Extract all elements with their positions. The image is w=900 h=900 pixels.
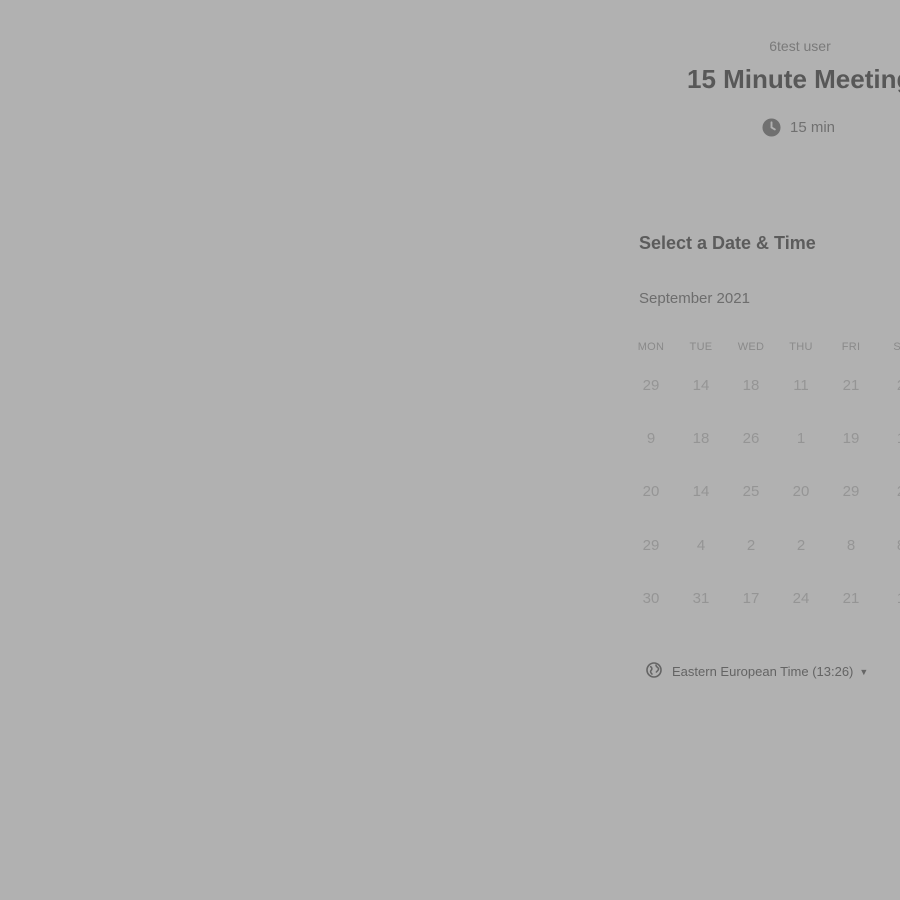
calendar-day[interactable]: 24	[776, 590, 826, 607]
event-panel: 6test user 15 Minute Meeting 15 min Sele…	[0, 0, 900, 900]
calendar-day[interactable]: 8	[826, 537, 876, 554]
calendar-day[interactable]: 2	[876, 483, 900, 500]
clock-icon	[762, 118, 781, 137]
globe-icon	[646, 662, 662, 681]
calendar-day[interactable]: 1	[876, 430, 900, 447]
host-name: 6test user	[769, 38, 831, 54]
calendar-day[interactable]: 26	[726, 430, 776, 447]
calendar-week: 29 4 2 2 8 8	[626, 537, 900, 554]
calendar-day[interactable]: 20	[776, 483, 826, 500]
weekday-label: WED	[737, 341, 765, 353]
calendar-day[interactable]: 2	[726, 537, 776, 554]
calendar-day[interactable]: 25	[726, 483, 776, 500]
calendar-week: 30 31 17 24 21 1	[626, 590, 900, 607]
calendar-day[interactable]: 21	[826, 590, 876, 607]
duration-label: 15 min	[790, 119, 836, 136]
calendar-week: 9 18 26 1 19 1	[626, 430, 900, 447]
weekday-label: SA	[893, 341, 900, 353]
calendar-day[interactable]: 1	[876, 590, 900, 607]
calendar-day[interactable]: 17	[726, 590, 776, 607]
weekday-label: FRI	[841, 341, 861, 353]
calendar-week: 29 14 18 11 21 2	[626, 377, 900, 394]
timezone-selector[interactable]: Eastern European Time (13:26) ▼	[646, 662, 868, 681]
calendar-day[interactable]: 1	[776, 430, 826, 447]
calendar-day[interactable]: 14	[676, 483, 726, 500]
timezone-label: Eastern European Time (13:26)	[672, 664, 854, 679]
calendar-day[interactable]: 29	[626, 537, 676, 554]
calendar-day[interactable]: 19	[826, 430, 876, 447]
calendar-day[interactable]: 18	[676, 430, 726, 447]
scheduling-page: 6test user 15 Minute Meeting 15 min Sele…	[0, 0, 900, 900]
weekday-label: MON	[637, 341, 665, 353]
caret-down-icon: ▼	[859, 666, 869, 677]
weekday-label: THU	[789, 341, 813, 353]
weekday-label: TUE	[689, 341, 713, 353]
calendar-day[interactable]: 2	[876, 377, 900, 394]
calendar-day[interactable]: 29	[626, 377, 676, 394]
calendar-day[interactable]: 9	[626, 430, 676, 447]
calendar-day[interactable]: 8	[876, 537, 900, 554]
calendar-day[interactable]: 18	[726, 377, 776, 394]
month-label: September 2021	[639, 290, 750, 307]
event-duration: 15 min	[762, 118, 835, 137]
calendar-day[interactable]: 30	[626, 590, 676, 607]
calendar-day[interactable]: 21	[826, 377, 876, 394]
calendar-day[interactable]: 2	[776, 537, 826, 554]
calendar-day[interactable]: 11	[776, 377, 826, 394]
event-title: 15 Minute Meeting	[687, 64, 900, 94]
calendar-day[interactable]: 29	[826, 483, 876, 500]
calendar-week: 20 14 25 20 29 2	[626, 483, 900, 500]
calendar-day[interactable]: 14	[676, 377, 726, 394]
calendar-day[interactable]: 20	[626, 483, 676, 500]
calendar-day[interactable]: 31	[676, 590, 726, 607]
calendar-day[interactable]: 4	[676, 537, 726, 554]
select-date-heading: Select a Date & Time	[639, 233, 816, 253]
weekday-header: MON TUE WED THU FRI SA	[626, 341, 900, 353]
